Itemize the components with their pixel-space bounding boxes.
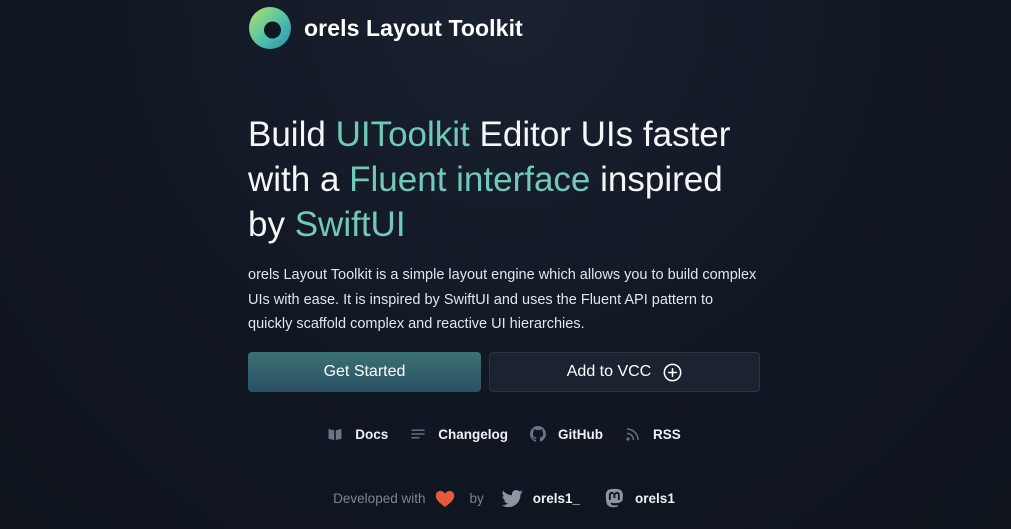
headline-highlight-swiftui: SwiftUI	[294, 205, 406, 244]
headline-highlight-uitoolkit: UIToolkit	[335, 115, 470, 154]
add-to-vcc-button[interactable]: Add to VCC	[489, 352, 760, 392]
twitter-handle: orels1_	[532, 491, 581, 506]
get-started-label: Get Started	[323, 363, 406, 380]
rss-link[interactable]: RSS	[625, 426, 681, 442]
get-started-button[interactable]: Get Started	[248, 352, 481, 392]
brand-name: orels Layout Toolkit	[304, 14, 523, 41]
docs-link-label: Docs	[355, 426, 389, 442]
brand-header[interactable]: orels Layout Toolkit	[248, 6, 523, 50]
heart-icon	[436, 490, 455, 507]
rss-link-label: RSS	[653, 426, 681, 442]
mastodon-link[interactable]: orels1	[604, 488, 675, 509]
changelog-link-label: Changelog	[438, 426, 508, 442]
mastodon-icon	[605, 488, 623, 508]
developed-with-text: Developed with	[333, 491, 426, 506]
github-icon	[530, 426, 546, 442]
intro-description: orels Layout Toolkit is a simple layout …	[248, 267, 757, 332]
docs-link[interactable]: Docs	[327, 426, 388, 442]
add-to-vcc-label: Add to VCC	[566, 363, 652, 380]
twitter-link[interactable]: orels1_	[501, 488, 581, 509]
headline-highlight-fluent: Fluent interface	[349, 160, 591, 199]
resource-links: Docs Changelog GitHub RSS	[248, 426, 760, 442]
footer-credits: Developed with by orels1_ orels1	[248, 488, 760, 509]
page-headline: Build UIToolkit Editor UIs faster with a…	[248, 112, 768, 247]
plus-circle-icon	[663, 363, 682, 381]
by-text: by	[469, 491, 484, 506]
rss-icon	[626, 428, 639, 441]
logo-ring-icon	[249, 7, 291, 49]
github-link[interactable]: GitHub	[530, 426, 603, 442]
mastodon-handle: orels1	[635, 491, 675, 506]
list-icon	[411, 429, 425, 439]
twitter-icon	[501, 490, 523, 508]
github-link-label: GitHub	[558, 426, 603, 442]
book-icon	[328, 429, 342, 440]
changelog-link[interactable]: Changelog	[410, 426, 508, 442]
headline-text-1: Build	[248, 115, 336, 154]
